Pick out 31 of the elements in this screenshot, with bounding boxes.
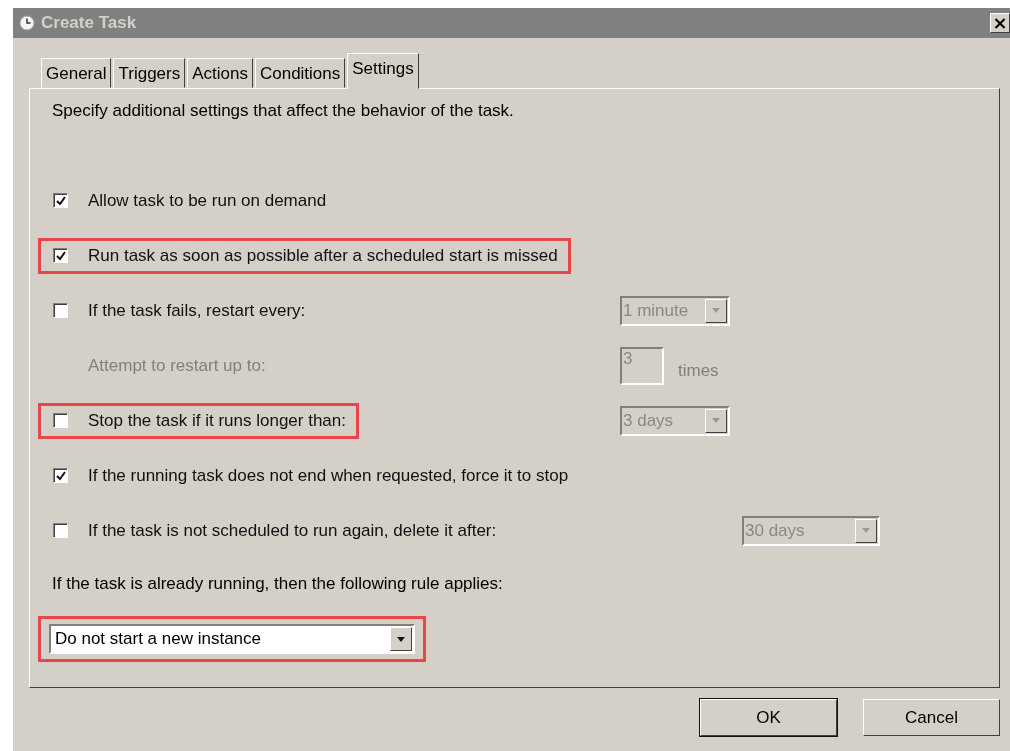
dialog-button[interactable]: Cancel bbox=[863, 699, 1000, 736]
option-label: If the running task does not end when requested, force it to stop bbox=[88, 465, 569, 486]
checkbox[interactable] bbox=[53, 413, 68, 428]
caret-icon bbox=[712, 308, 720, 313]
caret-icon bbox=[397, 636, 405, 642]
tab[interactable]: Settings bbox=[347, 53, 419, 89]
option-label: If the task is not scheduled to run again, delete it after: bbox=[88, 520, 497, 541]
rule-dropdown[interactable]: Do not start a new instance bbox=[49, 624, 415, 654]
checkbox[interactable] bbox=[53, 248, 68, 263]
option-label: Stop the task if it runs longer than: bbox=[88, 410, 346, 431]
intro-text: Specify additional settings that affect the behavior of the task. bbox=[52, 101, 515, 121]
tab[interactable]: Triggers bbox=[113, 58, 186, 88]
close-button[interactable]: × bbox=[990, 13, 1010, 33]
checkbox[interactable] bbox=[53, 523, 68, 538]
option-label: Attempt to restart up to: bbox=[88, 355, 266, 376]
option-label: Allow task to be run on demand bbox=[88, 190, 327, 211]
caret-icon bbox=[862, 528, 870, 533]
tab[interactable]: Conditions bbox=[254, 58, 346, 88]
checkbox[interactable] bbox=[53, 303, 68, 318]
checkbox[interactable] bbox=[53, 193, 68, 208]
dialog-button[interactable]: OK bbox=[700, 699, 837, 736]
times-label: times bbox=[678, 360, 719, 381]
window-title: Create Task bbox=[41, 13, 138, 33]
tab[interactable]: Actions bbox=[187, 58, 253, 88]
tab[interactable]: General bbox=[41, 58, 112, 88]
clock-icon bbox=[19, 15, 35, 31]
caret-icon bbox=[712, 418, 720, 423]
rule-label: If the task is already running, then the following rule applies: bbox=[52, 574, 504, 594]
option-label: If the task fails, restart every: bbox=[88, 300, 306, 321]
option-label: Run task as soon as possible after a scheduled start is missed bbox=[88, 245, 558, 266]
checkbox[interactable] bbox=[53, 468, 68, 483]
